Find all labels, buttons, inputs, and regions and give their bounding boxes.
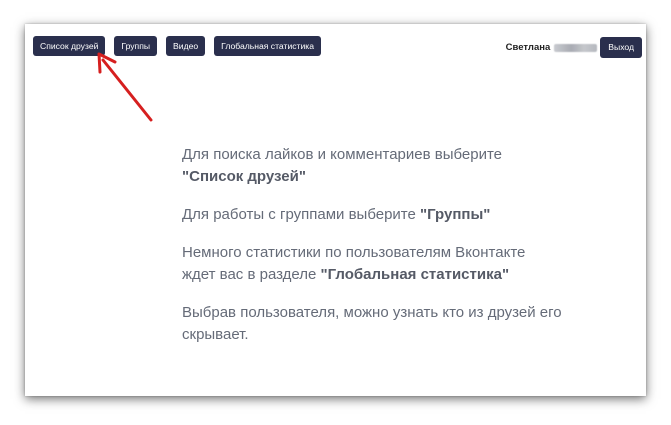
top-nav: Список друзей Группы Видео Глобальная ст…: [33, 36, 322, 56]
groups-button[interactable]: Группы: [114, 36, 158, 56]
user-surname-blurred: [554, 43, 598, 52]
user-area: Светлана Выход: [506, 37, 642, 58]
info-text-groups: Для работы с группами выберите: [182, 206, 421, 223]
info-paragraph-hidden-friends: Выбрав пользователя, можно узнать кто из…: [182, 302, 562, 346]
info-highlight-friends: "Список друзей": [182, 168, 306, 185]
logout-button[interactable]: Выход: [600, 37, 642, 58]
info-paragraph-stats: Немного статистики по пользователям Вкон…: [182, 242, 562, 286]
app-window: Список друзей Группы Видео Глобальная ст…: [25, 24, 646, 396]
info-text-hidden-friends: Выбрав пользователя, можно узнать кто из…: [182, 304, 562, 343]
info-text-friends: Для поиска лайков и комментариев выберит…: [182, 146, 503, 163]
info-highlight-stats: "Глобальная статистика": [320, 266, 510, 283]
global-stats-button[interactable]: Глобальная статистика: [214, 36, 322, 56]
info-paragraph-groups: Для работы с группами выберите "Группы": [182, 204, 562, 226]
screenshot-canvas: Список друзей Группы Видео Глобальная ст…: [0, 0, 671, 425]
friends-list-button[interactable]: Список друзей: [33, 36, 106, 56]
info-highlight-groups: "Группы": [420, 206, 491, 223]
info-text: Для поиска лайков и комментариев выберит…: [182, 144, 562, 362]
video-button[interactable]: Видео: [166, 36, 206, 56]
user-first-name: Светлана: [505, 42, 551, 53]
info-paragraph-friends: Для поиска лайков и комментариев выберит…: [182, 144, 562, 188]
